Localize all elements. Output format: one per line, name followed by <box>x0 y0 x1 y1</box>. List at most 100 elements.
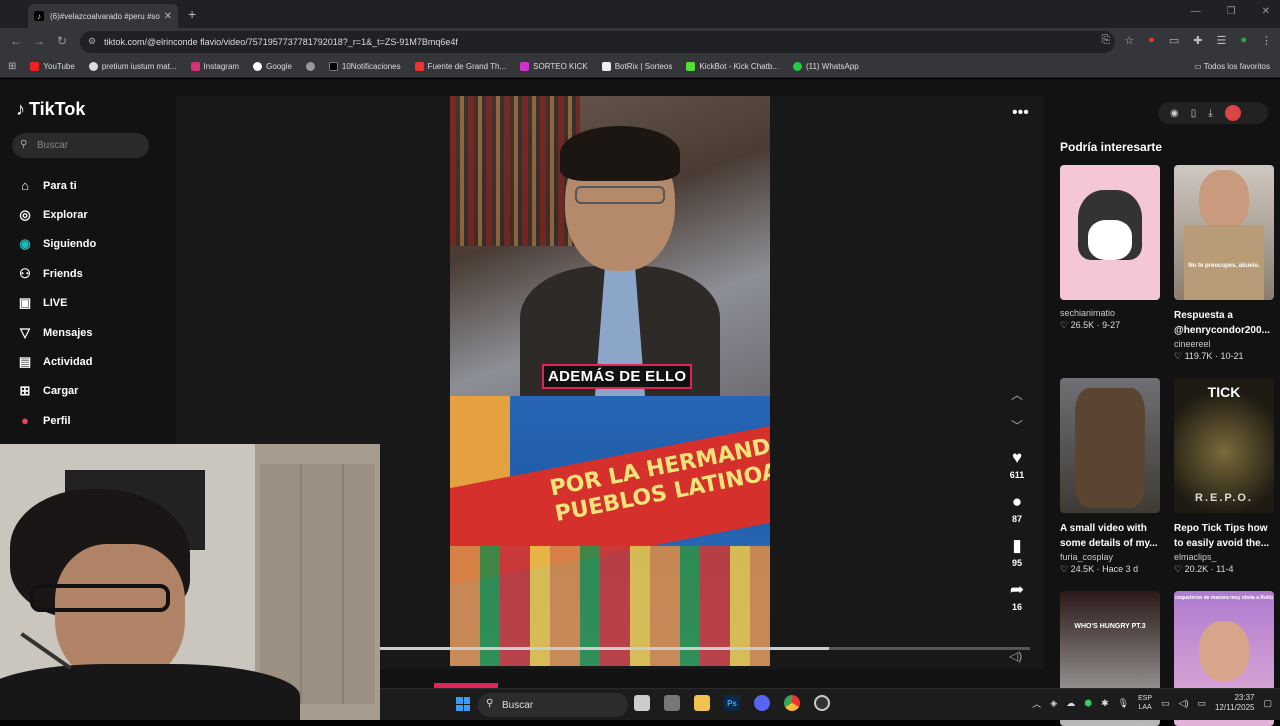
previous-video-icon[interactable]: ︿ <box>1004 386 1030 403</box>
mic-icon[interactable]: 🎙 <box>1118 698 1129 709</box>
bookmark-pretium[interactable]: pretium iustum mat... <box>88 62 177 71</box>
photoshop-icon[interactable]: Ps <box>724 695 740 711</box>
profile-avatar-icon[interactable]: ● <box>1240 34 1247 47</box>
tray-chevron-icon[interactable]: ︿ <box>1032 697 1041 710</box>
video-frame[interactable]: ADEMÁS DE ELLO POR LA HERMANDAD E PUEBLO… <box>450 96 770 666</box>
taskbar-search[interactable]: ⚲ Buscar <box>478 693 628 717</box>
onedrive-icon[interactable]: ☁ <box>1066 698 1075 709</box>
sidebar-item-cargar[interactable]: ⊞ Cargar <box>16 377 96 406</box>
whatsapp-icon <box>792 62 802 71</box>
bookmark-instagram[interactable]: Instagram <box>190 62 239 71</box>
network-icon[interactable]: ▭ <box>1161 698 1170 709</box>
save-icon[interactable]: ▮ <box>1004 536 1030 556</box>
browser-tab[interactable]: ♪ (6)#velazcoalvarado #peru #so ✕ <box>28 4 178 28</box>
reload-icon[interactable]: ↻ <box>57 34 67 48</box>
install-app-icon[interactable]: ⎘ <box>1102 34 1111 47</box>
app-icon[interactable] <box>664 695 680 711</box>
notifications-icon[interactable]: ▢ <box>1263 698 1272 709</box>
comment-icon[interactable]: ● <box>1004 492 1030 512</box>
suggestion-title: Respuesta a @henrycondor200... <box>1174 310 1270 336</box>
new-tab-icon[interactable]: + <box>188 6 196 22</box>
suggestion-card[interactable]: sechianimatio ♡ 26.5K · 9-27 <box>1060 165 1160 331</box>
coin-icon[interactable]: ◉ <box>1170 108 1179 119</box>
discord-icon[interactable] <box>754 695 770 711</box>
restore-icon[interactable]: ❐ <box>1227 6 1236 17</box>
sidebar-item-explorar[interactable]: ◎ Explorar <box>16 200 96 229</box>
all-bookmarks[interactable]: ▭ Todos los favoritos <box>1194 62 1270 71</box>
tray-app-icon[interactable]: ◈ <box>1050 698 1057 709</box>
sidebar-item-para-ti[interactable]: ⌂ Para ti <box>16 171 96 200</box>
file-explorer-icon[interactable] <box>694 695 710 711</box>
sidebar-item-live[interactable]: ▣ LIVE <box>16 289 96 318</box>
botrix-icon <box>601 62 611 71</box>
video-actions: ︿ ﹀ ♥ 611 ● 87 ▮ 95 ➦ 16 <box>1004 386 1030 624</box>
sidebar-item-perfil[interactable]: ● Perfil <box>16 406 96 435</box>
extensions-puzzle-icon[interactable]: ✚ <box>1193 34 1202 47</box>
sidebar-item-actividad[interactable]: ▤ Actividad <box>16 347 96 376</box>
tray-shield-icon[interactable]: ⬢ <box>1084 698 1092 709</box>
suggestion-thumbnail: TICK R.E.P.O. <box>1174 378 1274 513</box>
obs-icon[interactable] <box>814 695 830 711</box>
bookmark-grand-theft[interactable]: Fuente de Grand Th... <box>414 62 506 71</box>
video-progress-bar[interactable] <box>380 647 1030 650</box>
suggestions-title: Podría interesarte <box>1060 140 1163 154</box>
browser-menu-icon[interactable]: ⋮ <box>1261 34 1272 47</box>
apps-grid-icon[interactable]: ⊞ <box>8 61 16 72</box>
back-icon[interactable]: ← <box>10 34 22 48</box>
share-count: 16 <box>1011 602 1022 612</box>
suggestion-meta: ♡ 20.2K · 11-4 <box>1174 564 1234 574</box>
system-tray: ︿ ◈ ☁ ⬢ ✱ 🎙 ESP LAA ▭ ◁) ▭ 23:37 12/11/202… <box>1032 693 1272 713</box>
bookmark-star-icon[interactable]: ☆ <box>1124 34 1134 47</box>
more-options-icon[interactable]: ••• <box>1012 104 1029 122</box>
suggestion-card[interactable]: A small video with some details of my...… <box>1060 378 1160 575</box>
send-icon: ▽ <box>20 324 30 340</box>
bluetooth-icon[interactable]: ✱ <box>1101 698 1109 709</box>
clock[interactable]: 23:37 12/11/2025 <box>1215 693 1254 713</box>
close-window-icon[interactable]: ✕ <box>1262 6 1270 17</box>
user-avatar[interactable] <box>1224 105 1241 121</box>
minimize-icon[interactable]: — <box>1191 6 1201 17</box>
bookmark-botrix[interactable]: BotRix | Sorteos <box>601 62 672 71</box>
bookmark-kickbot[interactable]: KickBot - Kick Chatb... <box>686 62 779 71</box>
task-view-icon[interactable] <box>634 695 650 711</box>
inbox-icon: ▤ <box>18 354 32 370</box>
google-icon <box>253 62 263 71</box>
bookmark-unnamed[interactable] <box>305 62 315 71</box>
sidebar-item-mensajes[interactable]: ▽ Mensajes <box>16 318 96 347</box>
globe-icon <box>88 62 98 71</box>
battery-icon[interactable]: ▭ <box>1198 698 1207 709</box>
like-icon[interactable]: ♥ <box>1004 448 1030 468</box>
extension-icon[interactable]: ▭ <box>1169 34 1179 47</box>
suggestion-card[interactable]: No te preocupes, abuelo. Respuesta a @he… <box>1174 165 1274 362</box>
bookmark-google[interactable]: Google <box>253 62 292 71</box>
next-video-icon[interactable]: ﹀ <box>1004 417 1030 434</box>
sidebar-item-siguiendo[interactable]: ◉ Siguiendo <box>16 230 96 259</box>
bookmark-whatsapp[interactable]: (11) WhatsApp <box>792 62 859 71</box>
forward-icon[interactable]: → <box>33 34 45 48</box>
volume-icon[interactable]: ◁) <box>1009 649 1022 663</box>
search-input[interactable]: ⚲ Buscar <box>12 133 149 158</box>
extension-red-icon[interactable]: ● <box>1148 34 1155 47</box>
suggestions-panel: ◉ ▯ ⤓ Podría interesarte sechianimatio ♡… <box>1044 96 1280 726</box>
address-bar[interactable]: ⚙ tiktok.com/@elrinconde flavio/video/75… <box>80 31 1115 53</box>
volume-tray-icon[interactable]: ◁) <box>1179 698 1189 709</box>
site-info-icon[interactable]: ⚙ <box>88 36 96 47</box>
windows-start-icon[interactable] <box>456 697 470 711</box>
bookmark-youtube[interactable]: YouTube <box>30 62 75 71</box>
close-tab-icon[interactable]: ✕ <box>164 11 172 22</box>
suggestion-title: A small video with some details of my... <box>1060 523 1158 549</box>
chrome-icon[interactable] <box>784 695 800 711</box>
language-indicator[interactable]: ESP LAA <box>1138 694 1152 712</box>
sidebar-item-friends[interactable]: ⚇ Friends <box>16 259 96 288</box>
download-icon[interactable]: ⤓ <box>1208 108 1212 119</box>
tiktok-logo[interactable]: ♪ TikTok <box>16 99 85 120</box>
site-icon <box>305 62 315 71</box>
reading-list-icon[interactable]: ☰ <box>1216 34 1226 47</box>
youtube-icon <box>30 62 40 71</box>
suggestion-card[interactable]: TICK R.E.P.O. Repo Tick Tips how to easi… <box>1174 378 1274 575</box>
bookmark-10notificaciones[interactable]: 10Notificaciones <box>328 62 401 71</box>
url-text: tiktok.com/@elrinconde flavio/video/7571… <box>104 37 458 47</box>
bookmark-sorteo-kick[interactable]: SORTEO KICK <box>520 62 588 71</box>
device-icon[interactable]: ▯ <box>1191 108 1197 119</box>
share-icon[interactable]: ➦ <box>1004 580 1030 600</box>
